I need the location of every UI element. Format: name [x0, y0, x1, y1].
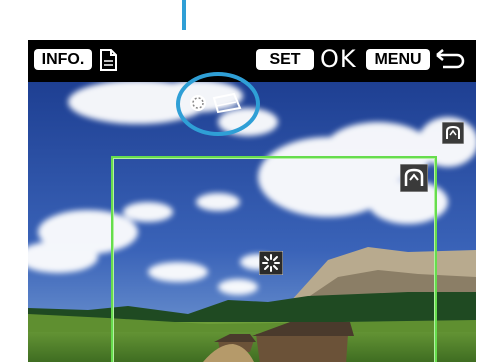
corner-icon — [442, 122, 464, 144]
menu-button[interactable]: MENU — [366, 49, 430, 70]
callout-line — [182, 0, 186, 30]
circle-mode-icon — [190, 95, 206, 111]
corner-icon — [400, 164, 428, 192]
set-button[interactable]: SET — [256, 49, 314, 70]
return-arrow-icon[interactable] — [433, 49, 467, 71]
center-af-icon — [259, 251, 283, 275]
ok-label: OK — [320, 45, 357, 73]
camera-lcd-screen: INFO. SET OK MENU — [28, 40, 476, 362]
shooting-mode-icons[interactable] — [188, 90, 248, 116]
info-button[interactable]: INFO. — [34, 49, 92, 70]
document-icon — [100, 49, 117, 71]
tilt-icon — [212, 92, 242, 114]
